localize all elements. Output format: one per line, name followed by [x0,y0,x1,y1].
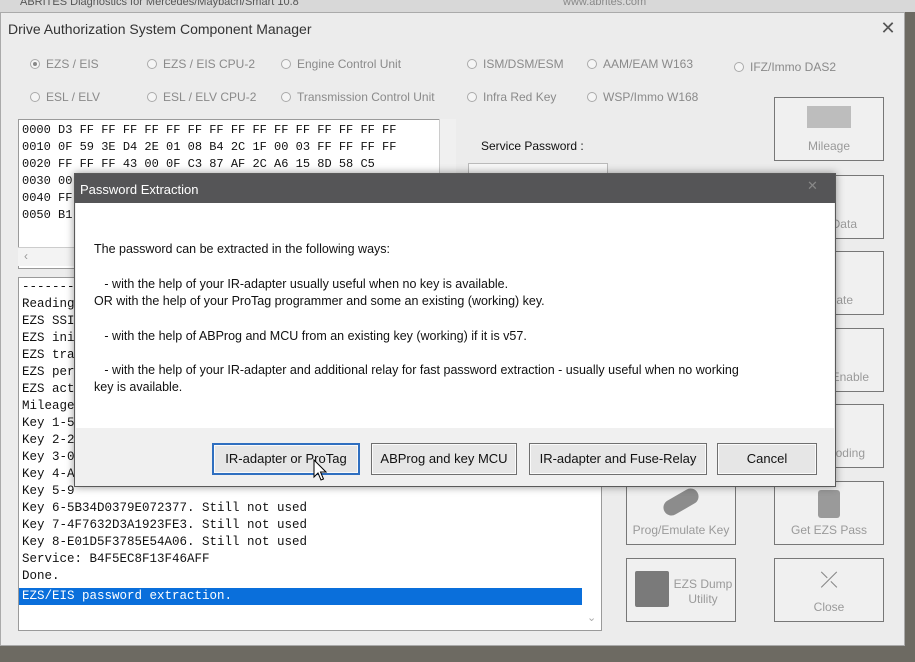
radio-label: ESL / ELV [46,90,101,104]
dialog-title-bar: Password Extraction ✕ [75,174,835,203]
radio-esl-elv-cpu2[interactable]: ESL / ELV CPU-2 [147,90,256,104]
dialog-close-icon[interactable]: ✕ [807,178,818,194]
button-label: EZS Dump Utility [673,577,733,606]
button-label: Prog/Emulate Key [632,523,730,537]
radio-label: Infra Red Key [483,90,557,104]
radio-label: WSP/Immo W168 [603,90,699,104]
hex-line: 0030 00 [22,174,73,188]
log-line: Mileage [22,399,75,413]
radio-aam-eam-w163[interactable]: AAM/EAM W163 [587,57,693,71]
chip-icon [635,571,669,607]
mileage-button[interactable]: Mileage [774,97,884,161]
hex-line: 0050 B1 [22,208,73,222]
radio-engine-control-unit[interactable]: Engine Control Unit [281,57,401,71]
dialog-text-line: - with the help of your IR-adapter and a… [94,363,739,377]
log-line: EZS per [22,365,75,379]
log-line: EZS SSI [22,314,75,328]
radio-label: EZS / EIS [46,57,99,71]
dialog-text-line: OR with the help of your ProTag programm… [94,294,545,308]
dialog-message-area: The password can be extracted in the fol… [76,203,834,428]
log-line: Service: B4F5EC8F13F46AFF [22,552,210,566]
get-ezs-pass-button[interactable]: Get EZS Pass [774,481,884,545]
radio-dot [734,62,744,72]
radio-dot [281,59,291,69]
radio-label: EZS / EIS CPU-2 [163,57,256,71]
radio-label: ESL / ELV CPU-2 [163,90,257,104]
log-line: -------- [22,280,83,294]
app-title-bar: ABRITES Diagnostics for Mercedes/Maybach… [0,0,915,12]
radio-dot [281,92,291,102]
dialog-text-line: - with the help of ABProg and MCU from a… [94,329,527,343]
log-line: Key 6-5B34D0379E072377. Still not used [22,501,308,515]
log-line: Key 4-A [22,467,75,481]
radio-infra-red-key[interactable]: Infra Red Key [467,90,556,104]
log-line: Key 7-4F7632D3A1923FE3. Still not used [22,518,308,532]
log-line: Key 3-0 [22,450,75,464]
hex-line: 0010 0F 59 3E D4 2E 01 08 B4 2C 1F 00 03… [22,140,397,154]
radio-label: AAM/EAM W163 [603,57,694,71]
radio-dot [587,92,597,102]
close-icon: ⤫ [820,567,838,592]
log-scroll-down-icon[interactable]: ⌄ [587,611,596,624]
radio-dot [467,92,477,102]
log-line: Reading [22,297,75,311]
radio-label: ISM/DSM/ESM [483,57,564,71]
log-line: Key 8-E01D5F3785E54A06. Still not used [22,535,308,549]
radio-dot [30,92,40,102]
mileage-icon [775,106,883,134]
radio-dot [147,92,157,102]
radio-ezs-eis-cpu2[interactable]: EZS / EIS CPU-2 [147,57,255,71]
hex-line: 0020 FF FF FF 43 00 0F C3 87 AF 2C A6 15… [22,157,375,171]
radio-label: IFZ/Immo DAS2 [750,60,837,74]
abprog-and-key-mcu-button[interactable]: ABProg and key MCU [371,443,517,475]
log-line: EZS/EIS password extraction. [22,589,233,603]
window-title: Drive Authorization System Component Man… [8,21,312,37]
log-line: EZS tra [22,348,75,362]
service-password-label: Service Password : [481,139,584,153]
log-line: EZS ini [22,331,75,345]
ir-adapter-and-fuse-relay-button[interactable]: IR-adapter and Fuse-Relay [529,443,707,475]
log-line: EZS act [22,382,75,396]
mouse-cursor-icon [313,459,328,481]
radio-label: Transmission Control Unit [297,90,435,104]
key-icon [627,485,735,519]
button-label: Get EZS Pass [790,523,868,537]
password-extraction-dialog: Password Extraction ✕ The password can b… [74,173,836,487]
ir-adapter-or-protag-button[interactable]: IR-adapter or ProTag [212,443,360,475]
radio-wsp-immo-w168[interactable]: WSP/Immo W168 [587,90,698,104]
radio-label: Engine Control Unit [297,57,402,71]
radio-transmission-control-unit[interactable]: Transmission Control Unit [281,90,435,104]
prog-emulate-key-button[interactable]: Prog/Emulate Key [626,481,736,545]
scroll-left-icon[interactable]: ‹ [24,249,28,263]
radio-esl-elv[interactable]: ESL / ELV [30,90,100,104]
ezs-pass-icon [775,490,883,524]
window-close-icon[interactable]: ✕ [877,17,899,39]
dialog-text-line: key is available. [94,380,183,394]
dialog-text-line: - with the help of your IR-adapter usual… [94,277,509,291]
radio-ifz-immo-das2[interactable]: IFZ/Immo DAS2 [734,60,836,74]
log-line: Done. [22,569,60,583]
dialog-text-line: The password can be extracted in the fol… [94,242,390,256]
radio-ezs-eis[interactable]: EZS / EIS [30,57,99,71]
button-label: Mileage [807,139,851,153]
radio-dot [30,59,40,69]
cancel-button[interactable]: Cancel [717,443,817,475]
radio-ism-dsm-esm[interactable]: ISM/DSM/ESM [467,57,564,71]
ezs-dump-utility-button[interactable]: EZS Dump Utility [626,558,736,622]
log-line-selected[interactable]: EZS/EIS password extraction. [19,588,582,605]
close-button[interactable]: ⤫ Close [774,558,884,622]
button-label: Close [813,600,845,614]
hex-line: 0040 FF [22,191,73,205]
log-line: Key 1-5 [22,416,75,430]
hex-line: 0000 D3 FF FF FF FF FF FF FF FF FF FF FF… [22,123,397,137]
app-title: ABRITES Diagnostics for Mercedes/Maybach… [20,0,299,8]
radio-dot [587,59,597,69]
log-line: Key 5-9 [22,484,75,498]
app-url: www.abrites.com [563,0,647,8]
radio-dot [147,59,157,69]
radio-dot [467,59,477,69]
log-line: Key 2-2 [22,433,75,447]
dialog-title: Password Extraction [80,182,199,197]
